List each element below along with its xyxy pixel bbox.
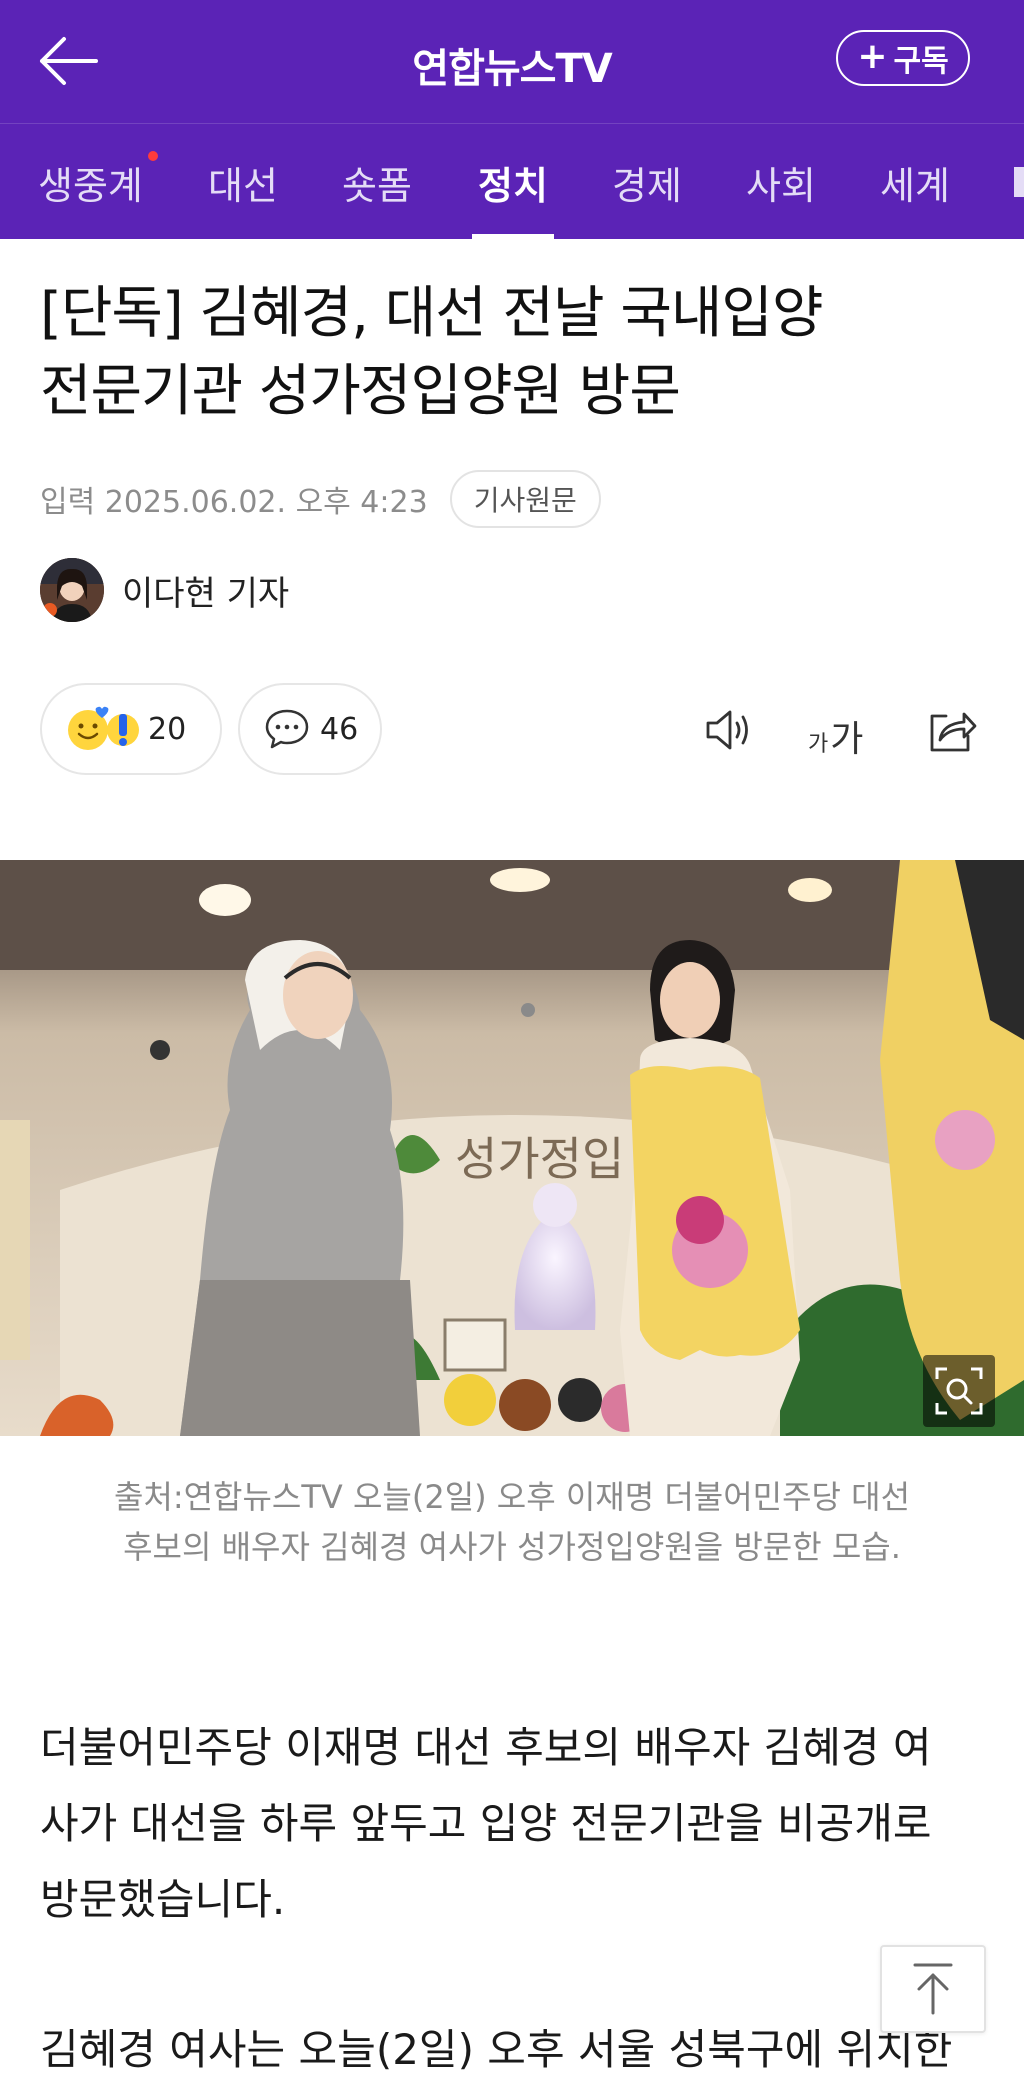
paragraph-line: 사가 대선을 하루 앞두고 입양 전문기관을 비공개로 xyxy=(40,1799,932,1848)
reporter-name: 이다현 기자 xyxy=(122,573,290,614)
article-paragraph: 김혜경 여사는 오늘(2일) 오후 서울 성북구에 위치한 xyxy=(40,2012,990,2088)
photo-wall-sign: 성가정입 xyxy=(455,1132,624,1186)
caption-line: 출처:연합뉴스TV 오늘(2일) 오후 이재명 더불어민주당 대선 xyxy=(113,1478,911,1516)
tab-election[interactable]: 대선 xyxy=(208,124,278,239)
zoom-search-icon xyxy=(935,1367,983,1415)
font-size-button[interactable]: 가 가 xyxy=(808,700,863,758)
share-button[interactable] xyxy=(926,700,978,760)
tab-more-partial[interactable] xyxy=(1014,124,1024,239)
active-tab-indicator xyxy=(472,234,554,239)
reaction-count: 20 xyxy=(148,711,187,747)
surprise-emoji-icon xyxy=(107,714,139,746)
photo-zoom-button[interactable] xyxy=(923,1355,995,1427)
caption-line: 후보의 배우자 김혜경 여사가 성가정입양원을 방문한 모습. xyxy=(123,1528,901,1566)
headline-line: [단독] 김혜경, 대선 전날 국내입양 xyxy=(40,281,823,346)
comment-button[interactable]: 46 xyxy=(238,683,382,775)
reaction-button[interactable]: 20 xyxy=(40,683,222,775)
speaker-icon xyxy=(706,710,748,750)
font-size-large-glyph: 가 xyxy=(830,719,864,760)
tab-economy[interactable]: 경제 xyxy=(612,124,682,239)
tab-label: 경제 xyxy=(612,163,682,208)
live-indicator-dot xyxy=(148,151,158,161)
tab-label: 대선 xyxy=(208,163,278,208)
plus-icon: + xyxy=(857,35,888,77)
share-icon xyxy=(930,712,977,752)
article-headline: [단독] 김혜경, 대선 전날 국내입양 전문기관 성가정입양원 방문 xyxy=(40,275,990,431)
article-meta: 입력 2025.06.02. 오후 4:23 기사원문 xyxy=(40,470,601,528)
speech-bubble-icon xyxy=(265,709,309,749)
tab-label: 숏폼 xyxy=(342,163,412,208)
scroll-to-top-button[interactable] xyxy=(880,1945,986,2033)
paragraph-line: 더불어민주당 이재명 대선 후보의 배우자 김혜경 여 xyxy=(40,1723,932,1772)
article-photo[interactable]: 성가정입 xyxy=(0,860,1024,1436)
tab-label: 정치 xyxy=(478,163,548,208)
tab-shortform[interactable]: 숏폼 xyxy=(342,124,412,239)
article-paragraph: 더불어민주당 이재명 대선 후보의 배우자 김혜경 여 사가 대선을 하루 앞두… xyxy=(40,1710,990,1938)
paragraph-line: 방문했습니다. xyxy=(40,1875,286,1924)
tab-society[interactable]: 사회 xyxy=(746,124,816,239)
text-to-speech-button[interactable] xyxy=(704,700,756,760)
tab-label: 생중계 xyxy=(38,163,143,208)
photo-caption: 출처:연합뉴스TV 오늘(2일) 오후 이재명 더불어민주당 대선 후보의 배우… xyxy=(40,1472,984,1572)
tab-label: 세계 xyxy=(880,163,950,208)
paragraph-line: 김혜경 여사는 오늘(2일) 오후 서울 성북구에 위치한 xyxy=(40,2025,953,2074)
headline-line: 전문기관 성가정입양원 방문 xyxy=(40,359,681,424)
subscribe-label: 구독 xyxy=(893,44,949,79)
tab-world[interactable]: 세계 xyxy=(880,124,950,239)
partial-tab-glyph xyxy=(1014,167,1024,197)
published-time: 입력 2025.06.02. 오후 4:23 xyxy=(40,485,428,520)
category-tabs: 생중계 대선 숏폼 정치 경제 사회 세계 xyxy=(0,123,1024,239)
tab-politics[interactable]: 정치 xyxy=(472,124,554,239)
subscribe-button[interactable]: + 구독 xyxy=(836,30,970,86)
comment-count: 46 xyxy=(320,711,359,747)
arrow-up-icon xyxy=(913,1963,953,2015)
reporter-byline[interactable]: 이다현 기자 xyxy=(40,558,289,622)
photo-illustration: 성가정입 xyxy=(0,860,1024,1436)
tab-live[interactable]: 생중계 xyxy=(38,124,158,239)
font-size-small-glyph: 가 xyxy=(808,732,829,757)
reporter-avatar xyxy=(40,558,104,622)
top-app-bar: 연합뉴스TV + 구독 xyxy=(0,0,1024,123)
tab-label: 사회 xyxy=(746,163,816,208)
original-article-button[interactable]: 기사원문 xyxy=(449,470,601,528)
